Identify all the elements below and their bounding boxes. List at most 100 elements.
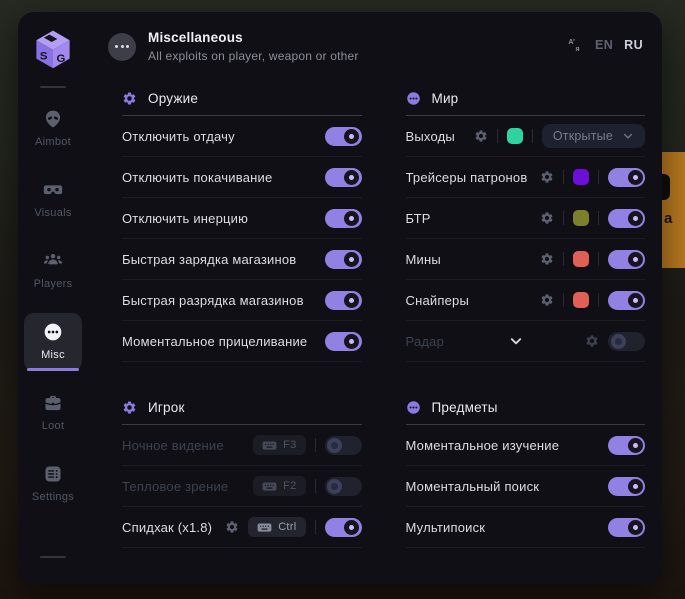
row-controls: Ctrl [225, 517, 361, 537]
row-settings-gear-icon[interactable] [474, 129, 488, 143]
color-swatch[interactable] [573, 169, 589, 185]
feature-row: Моментальное изучение [406, 425, 646, 466]
toggle-switch[interactable] [608, 518, 645, 537]
main-panel: Miscellaneous All exploits on player, we… [88, 12, 662, 584]
page-header: Miscellaneous All exploits on player, we… [108, 30, 645, 63]
ellipsis-circle-icon [406, 91, 421, 106]
sidebar-divider-top [40, 86, 66, 88]
translate-icon: A я [567, 36, 584, 53]
section-items: ПредметыМоментальное изучениеМоментальны… [406, 390, 646, 548]
toggle-switch[interactable] [608, 209, 645, 228]
sidebar-item-label: Aimbot [35, 136, 71, 148]
svg-text:G: G [57, 53, 66, 65]
control-separator [598, 252, 599, 266]
toggle-switch[interactable] [325, 250, 362, 269]
sidebar-nav: Aimbot Visuals Players Misc Loot Settings [18, 100, 88, 513]
row-label: Снайперы [406, 293, 541, 308]
hotkey-badge[interactable]: Ctrl [248, 517, 305, 537]
section-header-player: Игрок [122, 390, 362, 425]
row-settings-gear-icon[interactable] [540, 293, 554, 307]
keyboard-icon [257, 522, 272, 533]
hotkey-badge[interactable]: F3 [253, 435, 305, 455]
toggle-switch[interactable] [608, 436, 645, 455]
row-label: Спидхак (x1.8) [122, 520, 225, 535]
row-controls [325, 250, 362, 269]
toggle-switch[interactable] [325, 436, 362, 455]
hotkey-label: F2 [283, 480, 296, 492]
row-settings-gear-icon[interactable] [540, 252, 554, 266]
sidebar-item-settings[interactable]: Settings [24, 455, 82, 513]
app-logo-icon: S G [32, 28, 74, 70]
toggle-switch[interactable] [325, 518, 362, 537]
dropdown-select[interactable]: Открытые [542, 124, 645, 148]
cheat-menu-window: S G Aimbot Visuals Players Misc Loot Settings… [18, 12, 662, 584]
row-settings-gear-icon[interactable] [585, 334, 599, 348]
feature-row: Быстрая зарядка магазинов [122, 239, 362, 280]
row-label: Мины [406, 252, 541, 267]
feature-row: Быстрая разрядка магазинов [122, 280, 362, 321]
language-switcher: A я EN RU [567, 36, 643, 53]
row-label: Радар [406, 334, 586, 349]
row-settings-gear-icon[interactable] [540, 170, 554, 184]
row-controls [325, 127, 362, 146]
feature-row: Мины [406, 239, 646, 280]
row-controls [608, 436, 645, 455]
sidebar-item-aimbot[interactable]: Aimbot [24, 100, 82, 158]
sidebar-item-misc[interactable]: Misc [24, 313, 82, 371]
row-label: Моментальное прицеливание [122, 334, 325, 349]
language-en-button[interactable]: EN [595, 38, 613, 52]
toggle-switch[interactable] [608, 168, 645, 187]
ellipsis-circle-icon [406, 400, 421, 415]
sidebar-item-label: Visuals [34, 207, 71, 219]
feature-row: Моментальное прицеливание [122, 321, 362, 362]
keyboard-icon [262, 481, 277, 492]
sidebar-item-visuals[interactable]: Visuals [24, 171, 82, 229]
toggle-switch[interactable] [608, 250, 645, 269]
toggle-switch[interactable] [325, 291, 362, 310]
row-settings-gear-icon[interactable] [225, 520, 239, 534]
control-separator [598, 211, 599, 225]
row-label: Моментальный поиск [406, 479, 609, 494]
toggle-switch[interactable] [325, 477, 362, 496]
sidebar-item-label: Settings [32, 491, 74, 503]
color-swatch[interactable] [507, 128, 523, 144]
sidebar-item-label: Loot [42, 420, 65, 432]
ellipsis-circle-icon [43, 322, 63, 342]
sidebar-item-loot[interactable]: Loot [24, 384, 82, 442]
toggle-switch[interactable] [325, 127, 362, 146]
svg-text:я: я [575, 45, 579, 53]
row-controls [585, 332, 645, 351]
page-title: Miscellaneous [148, 30, 359, 45]
page-subtitle: All exploits on player, weapon or other [148, 49, 359, 63]
sidebar-item-label: Misc [41, 349, 65, 361]
control-separator [563, 211, 564, 225]
toggle-switch[interactable] [325, 168, 362, 187]
toggle-switch[interactable] [325, 332, 362, 351]
control-separator [315, 438, 316, 452]
control-separator [598, 293, 599, 307]
color-swatch[interactable] [573, 292, 589, 308]
toggle-switch[interactable] [608, 291, 645, 310]
toggle-switch[interactable] [325, 209, 362, 228]
dropdown-selected-value: Открытые [553, 129, 613, 143]
hotkey-badge[interactable]: F2 [253, 476, 305, 496]
hotkey-label: F3 [283, 439, 296, 451]
row-label: Отключить отдачу [122, 129, 325, 144]
row-settings-gear-icon[interactable] [540, 211, 554, 225]
feature-row: Снайперы [406, 280, 646, 321]
section-player: ИгрокНочное видениеF3Тепловое зрениеF2Сп… [122, 390, 362, 548]
row-label: Быстрая зарядка магазинов [122, 252, 325, 267]
row-label: Отключить инерцию [122, 211, 325, 226]
row-label: Мультипоиск [406, 520, 609, 535]
gear-icon [122, 91, 137, 106]
sidebar-item-players[interactable]: Players [24, 242, 82, 300]
language-ru-button[interactable]: RU [624, 38, 643, 52]
color-swatch[interactable] [573, 210, 589, 226]
control-separator [315, 479, 316, 493]
toggle-switch[interactable] [608, 477, 645, 496]
feature-row: Трейсеры патронов [406, 157, 646, 198]
section-header-world: Мир [406, 81, 646, 116]
chevron-down-icon[interactable] [508, 334, 523, 349]
color-swatch[interactable] [573, 251, 589, 267]
toggle-switch[interactable] [608, 332, 645, 351]
